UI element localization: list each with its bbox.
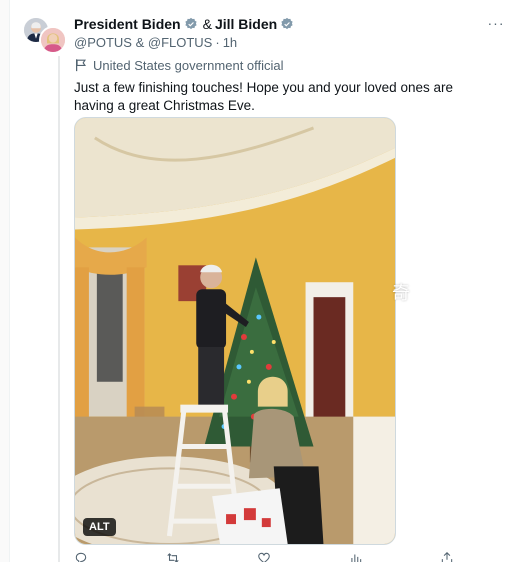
tweet-content: President Biden & Jill Biden @POTUS & @F… bbox=[74, 14, 494, 115]
government-flag-icon bbox=[74, 58, 88, 72]
author-name-2[interactable]: Jill Biden bbox=[215, 16, 277, 32]
thread-line bbox=[58, 56, 60, 562]
alt-text-button[interactable]: ALT bbox=[83, 518, 116, 536]
ampersand: & bbox=[202, 16, 212, 32]
watermark: 奇 bbox=[392, 283, 410, 303]
share-button[interactable] bbox=[440, 552, 454, 562]
tweet[interactable]: President Biden & Jill Biden @POTUS & @F… bbox=[12, 0, 527, 562]
handle-row: @POTUS & @FLOTUS · 1h bbox=[74, 35, 238, 50]
left-divider bbox=[0, 0, 10, 562]
views-button[interactable] bbox=[349, 552, 363, 562]
retweet-button[interactable] bbox=[166, 552, 180, 562]
author-handles[interactable]: @POTUS & @FLOTUS bbox=[74, 35, 212, 50]
views-icon bbox=[349, 551, 363, 562]
share-icon bbox=[440, 551, 454, 562]
flotus-avatar[interactable] bbox=[39, 26, 67, 54]
retweet-icon bbox=[166, 551, 180, 562]
tweet-photo[interactable] bbox=[74, 117, 396, 545]
verified-badge-icon bbox=[184, 17, 198, 31]
tweet-text: Just a few finishing touches! Hope you a… bbox=[74, 80, 453, 113]
reply-icon bbox=[74, 551, 88, 562]
government-label-text: United States government official bbox=[93, 57, 284, 73]
tweet-timestamp[interactable]: 1h bbox=[223, 35, 237, 50]
author-name-1[interactable]: President Biden bbox=[74, 16, 181, 32]
reply-button[interactable] bbox=[74, 552, 88, 562]
more-icon[interactable]: ··· bbox=[487, 14, 505, 32]
action-bar bbox=[74, 552, 454, 562]
author-row: President Biden & Jill Biden bbox=[74, 14, 494, 34]
like-icon bbox=[257, 551, 271, 562]
verified-badge-icon bbox=[280, 17, 294, 31]
like-button[interactable] bbox=[257, 552, 271, 562]
government-label[interactable]: United States government official bbox=[74, 56, 494, 74]
